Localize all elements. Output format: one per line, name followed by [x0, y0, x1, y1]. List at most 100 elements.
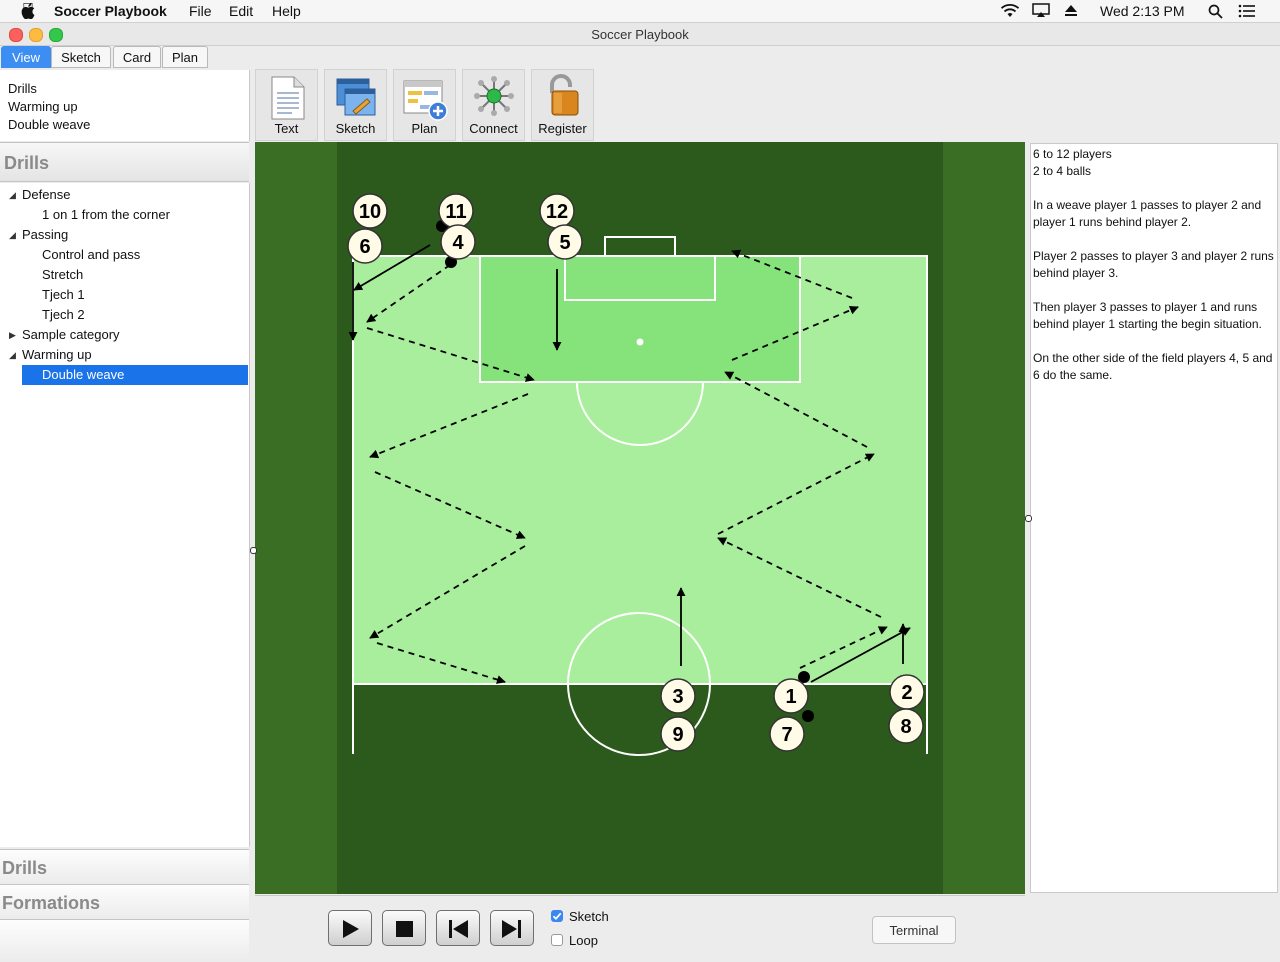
- player-token-8[interactable]: 8: [888, 708, 924, 744]
- text-toolbar-label: Text: [274, 121, 299, 136]
- player-token-7[interactable]: 7: [769, 716, 805, 752]
- skip-back-icon: [449, 920, 468, 938]
- stop-icon: [396, 921, 413, 937]
- player-number: 11: [445, 201, 466, 223]
- text-document-icon: [271, 76, 305, 120]
- register-toolbar-button[interactable]: Register: [531, 69, 594, 141]
- collapsed-triangle-icon[interactable]: ▶: [9, 330, 16, 341]
- notes-paragraph: 6 to 12 players 2 to 4 balls: [1033, 147, 1112, 178]
- expanded-triangle-icon[interactable]: ◢: [9, 190, 16, 201]
- breadcrumb-item[interactable]: Drills: [8, 81, 37, 96]
- player-token-9[interactable]: 9: [660, 716, 696, 752]
- player-token-4[interactable]: 4: [440, 224, 476, 260]
- skip-forward-icon: [502, 920, 521, 938]
- player-token-5[interactable]: 5: [547, 224, 583, 260]
- empty-bottom-section: [0, 919, 249, 961]
- tree-category-sample[interactable]: Sample category: [22, 325, 120, 345]
- player-token-6[interactable]: 6: [347, 228, 383, 264]
- menu-help[interactable]: Help: [272, 3, 301, 19]
- clock[interactable]: Wed 2:13 PM: [1100, 3, 1185, 19]
- player-token-3[interactable]: 3: [660, 678, 696, 714]
- player-token-11[interactable]: 11: [438, 193, 474, 229]
- notes-paragraph: In a weave player 1 passes to player 2 a…: [1033, 198, 1262, 229]
- tree-item[interactable]: Control and pass: [42, 245, 140, 265]
- player-number: 2: [901, 682, 912, 704]
- expanded-triangle-icon[interactable]: ◢: [9, 230, 16, 241]
- spotlight-search-icon[interactable]: [1208, 4, 1223, 19]
- connect-toolbar-button[interactable]: Connect: [462, 69, 525, 141]
- tree-item[interactable]: Tjech 1: [42, 285, 85, 305]
- player-number: 12: [546, 201, 568, 223]
- text-toolbar-button[interactable]: Text: [255, 69, 318, 141]
- app-name-menu[interactable]: Soccer Playbook: [54, 3, 167, 19]
- drills-bottom-section[interactable]: Drills: [0, 849, 249, 883]
- formations-bottom-title: Formations: [2, 893, 101, 913]
- plan-toolbar-label: Plan: [411, 121, 438, 136]
- player-token-2[interactable]: 2: [889, 674, 925, 710]
- expanded-triangle-icon[interactable]: ◢: [9, 350, 16, 361]
- menu-edit[interactable]: Edit: [229, 3, 253, 19]
- menu-file[interactable]: File: [189, 3, 212, 19]
- sketch-checkbox[interactable]: [551, 910, 563, 922]
- tree-item[interactable]: Stretch: [42, 265, 83, 285]
- skip-to-start-button[interactable]: [436, 910, 480, 946]
- play-button[interactable]: [328, 910, 372, 946]
- splitter-handle[interactable]: [1025, 515, 1032, 522]
- player-number: 6: [359, 236, 370, 258]
- penalty-area: [480, 256, 800, 382]
- notification-center-icon[interactable]: [1238, 4, 1256, 18]
- sketch-toolbar-label: Sketch: [335, 121, 376, 136]
- penalty-spot: [636, 338, 644, 346]
- tree-item[interactable]: Tjech 2: [42, 305, 85, 325]
- formations-bottom-section[interactable]: Formations: [0, 884, 249, 918]
- player-token-12[interactable]: 12: [539, 193, 575, 229]
- soccer-field-sketch[interactable]: 10 11 126 4 53 1 29 7 8: [255, 142, 1025, 894]
- breadcrumb-item[interactable]: Warming up: [8, 99, 78, 114]
- plan-toolbar-button[interactable]: Plan: [393, 69, 456, 141]
- tab-plan[interactable]: Plan: [162, 46, 208, 68]
- tab-sketch[interactable]: Sketch: [51, 46, 111, 68]
- tab-view[interactable]: View: [1, 46, 51, 68]
- checkmark-icon: [552, 912, 562, 921]
- drills-bottom-title: Drills: [2, 858, 48, 878]
- tab-card[interactable]: Card: [113, 46, 161, 68]
- menu-bar:  Soccer Playbook File Edit Help Wed 2:1…: [0, 0, 1280, 23]
- loop-checkbox[interactable]: [551, 934, 563, 946]
- player-token-1[interactable]: 1: [773, 678, 809, 714]
- player-number: 10: [359, 201, 381, 223]
- stop-button[interactable]: [382, 910, 426, 946]
- terminal-button[interactable]: Terminal: [872, 916, 956, 944]
- drill-tree: ◢ Defense 1 on 1 from the corner ◢ Passi…: [0, 183, 250, 847]
- loop-checkbox-label[interactable]: Loop: [569, 933, 598, 948]
- breadcrumb-item[interactable]: Double weave: [8, 117, 90, 132]
- wifi-icon[interactable]: [1000, 3, 1020, 18]
- splitter-handle[interactable]: [250, 547, 257, 554]
- skip-to-end-button[interactable]: [490, 910, 534, 946]
- airplay-icon[interactable]: [1032, 3, 1050, 18]
- player-number: 1: [785, 686, 796, 708]
- player-number: 4: [452, 232, 464, 254]
- player-number: 5: [559, 232, 570, 254]
- drills-section-title: Drills: [4, 153, 50, 173]
- apple-logo-icon[interactable]: [21, 3, 35, 19]
- sketch-window-icon: [336, 78, 376, 116]
- player-token-10[interactable]: 10: [352, 193, 388, 229]
- drill-notes[interactable]: 6 to 12 players 2 to 4 balls In a weave …: [1030, 143, 1278, 893]
- player-number: 9: [672, 724, 683, 746]
- sketch-toolbar-button[interactable]: Sketch: [324, 69, 387, 141]
- tree-item[interactable]: 1 on 1 from the corner: [42, 205, 170, 225]
- notes-paragraph: On the other side of the field players 4…: [1033, 351, 1273, 382]
- tree-category-warming-up[interactable]: Warming up: [22, 345, 92, 365]
- sketch-checkbox-label[interactable]: Sketch: [569, 909, 609, 924]
- play-icon: [343, 920, 359, 938]
- eject-icon[interactable]: [1064, 4, 1078, 17]
- drills-section-header[interactable]: Drills: [0, 142, 249, 182]
- tree-category-defense[interactable]: Defense: [22, 185, 70, 205]
- notes-paragraph: Player 2 passes to player 3 and player 2…: [1033, 249, 1274, 280]
- connect-network-icon: [474, 76, 514, 116]
- register-toolbar-label: Register: [538, 121, 587, 136]
- player-number: 7: [781, 724, 792, 746]
- tree-category-passing[interactable]: Passing: [22, 225, 68, 245]
- window-title: Soccer Playbook: [591, 27, 689, 42]
- tree-item-selected[interactable]: Double weave: [22, 365, 248, 385]
